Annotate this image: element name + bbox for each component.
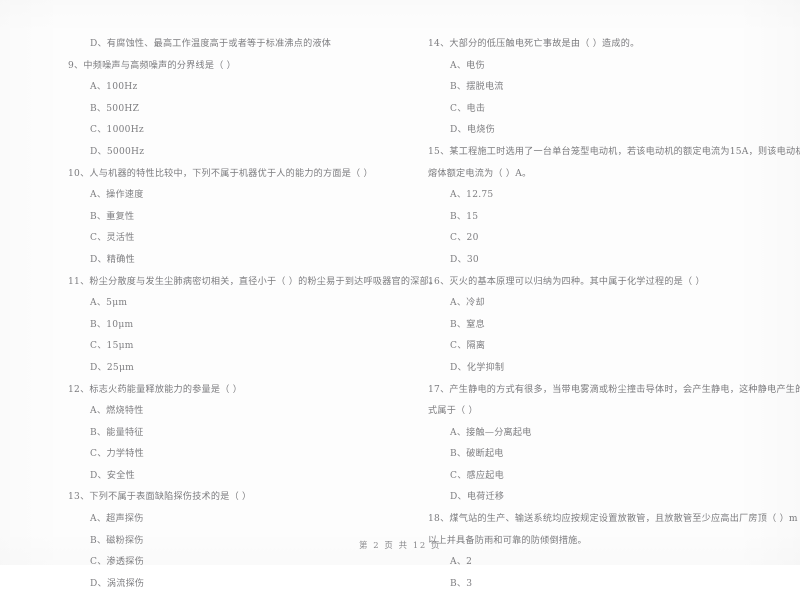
option-item[interactable]: B、重复性	[68, 207, 390, 229]
question-stem-continuation: 式属于（ ）	[428, 406, 478, 417]
option-item[interactable]: A、冷却	[428, 293, 786, 315]
option-item[interactable]: D、精确性	[68, 250, 390, 272]
option-item[interactable]: B、破断起电	[428, 444, 786, 466]
question-block-11: 11、粉尘分散度与发生尘肺病密切相关，直径小于（ ）的粉尘易于到达呼吸器官的深部…	[68, 272, 439, 380]
option-item[interactable]: A、100Hz	[68, 77, 390, 99]
question-block-orphan: D、有腐蚀性、最高工作温度高于或者等于标准沸点的液体	[68, 34, 390, 56]
option-item[interactable]: C、灵活性	[68, 228, 390, 250]
question-stem: 9、中频噪声与高频噪声的分界线是（ ）	[68, 60, 237, 71]
option-item[interactable]: B、摆脱电流	[428, 77, 786, 99]
option-item[interactable]: D、安全性	[68, 466, 390, 488]
option-item[interactable]: A、燃烧特性	[68, 401, 390, 423]
option-item[interactable]: C、15μm	[68, 336, 390, 358]
option-item[interactable]: D、25μm	[68, 358, 390, 380]
option-item[interactable]: C、渗透探伤	[68, 552, 390, 574]
question-stem: 14、大部分的低压触电死亡事故是由（ ）造成的。	[428, 39, 640, 49]
left-column: D、有腐蚀性、最高工作温度高于或者等于标准沸点的液体 9、中频噪声与高频噪声的分…	[0, 34, 439, 589]
question-stem: 17、产生静电的方式有很多，当带电雾滴或粉尘撞击导体时，会产生静电，这种静电产生…	[428, 384, 800, 395]
option-item[interactable]: D、5000Hz	[68, 142, 390, 164]
question-stem: 12、标志火药能量释放能力的参量是（ ）	[68, 384, 243, 395]
option-item[interactable]: A、2	[428, 552, 786, 574]
question-stem: 11、粉尘分散度与发生尘肺病密切相关，直径小于（ ）的粉尘易于到达呼吸器官的深部…	[68, 276, 439, 287]
option-item[interactable]: C、20	[428, 228, 786, 250]
option-item: D、有腐蚀性、最高工作温度高于或者等于标准沸点的液体	[90, 39, 332, 49]
two-column-layout: D、有腐蚀性、最高工作温度高于或者等于标准沸点的液体 9、中频噪声与高频噪声的分…	[0, 34, 800, 589]
option-item[interactable]: B、10μm	[68, 315, 390, 337]
option-item[interactable]: A、电伤	[428, 56, 786, 78]
option-item[interactable]: D、30	[428, 250, 786, 272]
question-block-17: 17、产生静电的方式有很多，当带电雾滴或粉尘撞击导体时，会产生静电，这种静电产生…	[428, 380, 800, 510]
question-stem: 16、灭火的基本原理可以归纳为四种。其中属于化学过程的是（ ）	[428, 276, 705, 287]
option-item[interactable]: B、能量特征	[68, 423, 390, 445]
scanned-page: D、有腐蚀性、最高工作温度高于或者等于标准沸点的液体 9、中频噪声与高频噪声的分…	[0, 0, 800, 589]
option-item[interactable]: D、电荷迁移	[428, 487, 786, 509]
question-stem: 10、人与机器的特性比较中，下列不属于机器优于人的能力的方面是（ ）	[68, 168, 373, 179]
option-item[interactable]: C、感应起电	[428, 466, 786, 488]
question-stem: 13、下列不属于表面缺陷探伤技术的是（ ）	[68, 492, 252, 503]
option-item[interactable]: D、电烧伤	[428, 120, 786, 142]
option-item[interactable]: B、500HZ	[68, 99, 390, 121]
option-item[interactable]: A、12.75	[428, 185, 786, 207]
option-item[interactable]: D、涡流探伤	[68, 574, 390, 595]
question-block-9: 9、中频噪声与高频噪声的分界线是（ ） A、100Hz B、500HZ C、10…	[68, 56, 390, 164]
option-item[interactable]: D、化学抑制	[428, 358, 786, 380]
question-block-12: 12、标志火药能量释放能力的参量是（ ） A、燃烧特性 B、能量特征 C、力学特…	[68, 380, 390, 488]
option-item[interactable]: A、接触—分离起电	[428, 423, 786, 445]
option-item[interactable]: C、隔离	[428, 336, 786, 358]
page-footer: 第 2 页 共 12 页	[359, 540, 441, 550]
question-block-10: 10、人与机器的特性比较中，下列不属于机器优于人的能力的方面是（ ） A、操作速…	[68, 164, 390, 272]
question-stem: 18、煤气站的生产、输送系统均应按规定设置放散管，且放散管至少应高出厂房顶（ ）…	[428, 514, 798, 525]
option-item[interactable]: B、窒息	[428, 315, 786, 337]
question-stem-continuation: 熔体额定电流为（ ）A。	[428, 168, 532, 179]
option-item[interactable]: C、力学特性	[68, 444, 390, 466]
question-block-14: 14、大部分的低压触电死亡事故是由（ ）造成的。 A、电伤 B、摆脱电流 C、电…	[428, 34, 786, 142]
option-item[interactable]: A、5μm	[68, 293, 390, 315]
option-item[interactable]: B、3	[428, 574, 786, 595]
question-block-18: 18、煤气站的生产、输送系统均应按规定设置放散管，且放散管至少应高出厂房顶（ ）…	[428, 509, 798, 595]
option-item[interactable]: B、15	[428, 207, 786, 229]
right-column: 14、大部分的低压触电死亡事故是由（ ）造成的。 A、电伤 B、摆脱电流 C、电…	[400, 34, 800, 589]
question-block-15: 15、某工程施工时选用了一台单台笼型电动机，若该电动机的额定电流为15A，则该电…	[428, 142, 800, 272]
option-item[interactable]: A、操作速度	[68, 185, 390, 207]
option-item[interactable]: C、1000Hz	[68, 120, 390, 142]
question-stem: 15、某工程施工时选用了一台单台笼型电动机，若该电动机的额定电流为15A，则该电…	[428, 146, 800, 157]
option-item[interactable]: A、超声探伤	[68, 509, 390, 531]
question-block-16: 16、灭火的基本原理可以归纳为四种。其中属于化学过程的是（ ） A、冷却 B、窒…	[428, 272, 786, 380]
option-item[interactable]: C、电击	[428, 99, 786, 121]
